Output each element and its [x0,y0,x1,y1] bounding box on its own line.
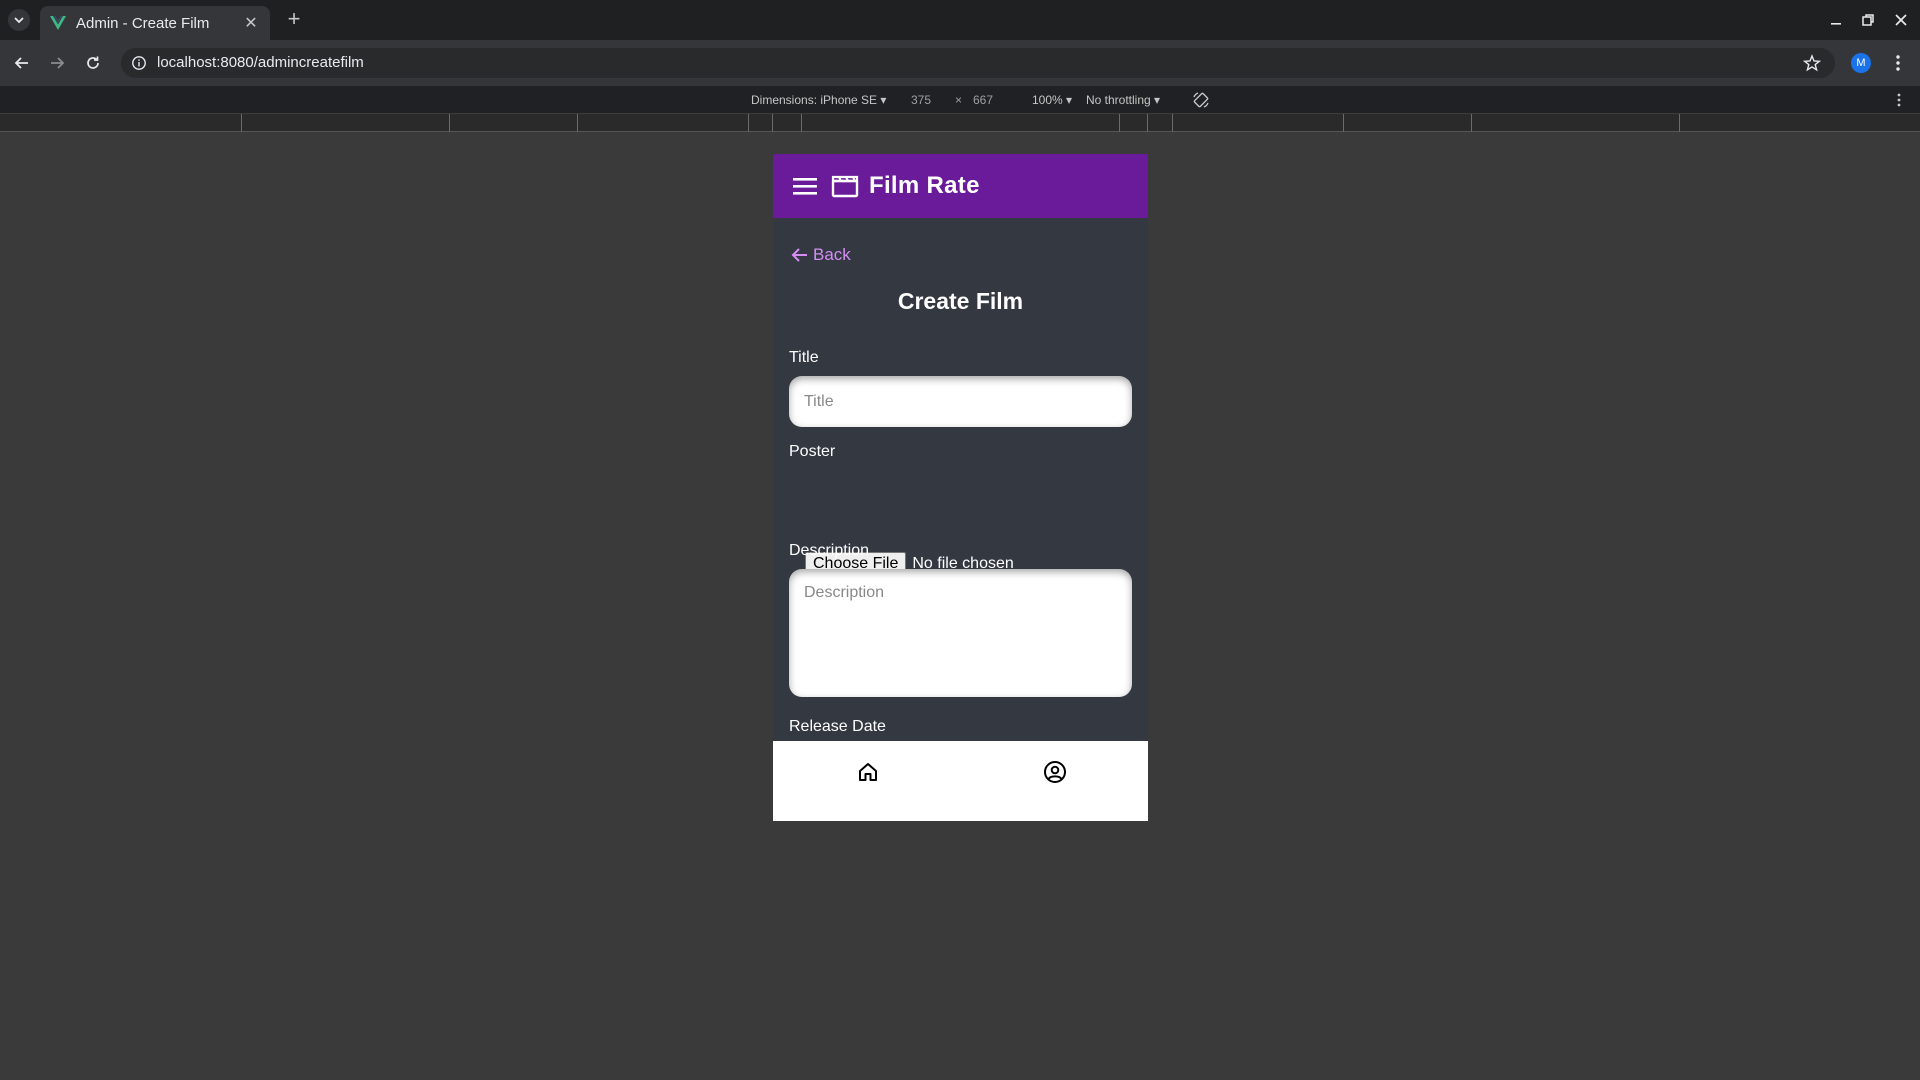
hamburger-menu-icon[interactable] [793,176,817,196]
home-icon [859,763,877,781]
browser-tab-bar: Admin - Create Film ✕ + [0,0,1920,40]
device-toolbar: Dimensions: iPhone SE ▾ 375 × 667 100% ▾… [0,86,1920,114]
device-options-icon[interactable] [1892,92,1906,108]
release-date-label: Release Date [789,718,886,735]
throttling-select[interactable]: No throttling ▾ [1086,93,1160,107]
back-link[interactable]: Back [791,245,851,265]
brand-title: Film Rate [869,172,980,199]
back-nav-button[interactable] [10,51,34,75]
browser-toolbar: localhost:8080/admincreatefilm M [0,40,1920,86]
minimize-icon[interactable] [1826,10,1846,30]
description-label: Description [789,542,870,559]
reload-button[interactable] [81,51,105,75]
tab-title: Admin - Create Film [76,14,210,32]
clapperboard-icon [831,175,859,198]
poster-label: Poster [789,443,836,460]
close-window-icon[interactable] [1891,10,1911,30]
device-viewport: Film Rate Back Create Film Title Poster … [773,154,1148,821]
back-label: Back [813,245,851,264]
zoom-select[interactable]: 100% ▾ [1032,93,1072,107]
app-header: Film Rate [773,154,1148,218]
account-circle-icon [1044,761,1066,783]
arrow-left-icon [791,248,807,262]
description-textarea[interactable] [789,569,1132,697]
address-bar[interactable]: localhost:8080/admincreatefilm [121,48,1835,78]
new-tab-button[interactable]: + [282,8,306,32]
chevron-down-icon [14,17,24,24]
nav-home[interactable] [855,759,881,785]
media-query-ruler[interactable] [0,114,1920,132]
arrow-right-icon [51,57,65,69]
dimensions-select[interactable]: Dimensions: iPhone SE ▾ [751,93,886,107]
forward-nav-button[interactable] [45,51,69,75]
width-field[interactable]: 375 [911,93,931,107]
rotate-icon[interactable] [1192,91,1210,109]
create-film-form: Back Create Film Title Poster Choose Fil… [773,218,1148,738]
site-info-icon[interactable] [131,55,147,71]
bottom-nav [773,741,1148,821]
title-input[interactable] [789,376,1132,427]
arrow-left-icon [14,57,28,69]
kebab-menu-icon[interactable] [1890,53,1906,73]
url-text: localhost:8080/admincreatefilm [157,54,364,71]
nav-profile[interactable] [1042,759,1068,785]
title-label: Title [789,349,819,366]
page-title: Create Film [897,288,1024,314]
reload-icon [87,56,99,69]
active-tab[interactable]: Admin - Create Film ✕ [40,6,270,40]
close-tab-icon[interactable]: ✕ [242,13,260,33]
tab-search-button[interactable] [8,9,30,31]
restore-icon[interactable] [1858,10,1878,30]
profile-avatar[interactable]: M [1851,53,1871,73]
times-sign: × [955,93,963,107]
height-field[interactable]: 667 [973,93,993,107]
bookmark-star-icon[interactable] [1803,54,1821,72]
vue-logo-icon [50,16,66,30]
